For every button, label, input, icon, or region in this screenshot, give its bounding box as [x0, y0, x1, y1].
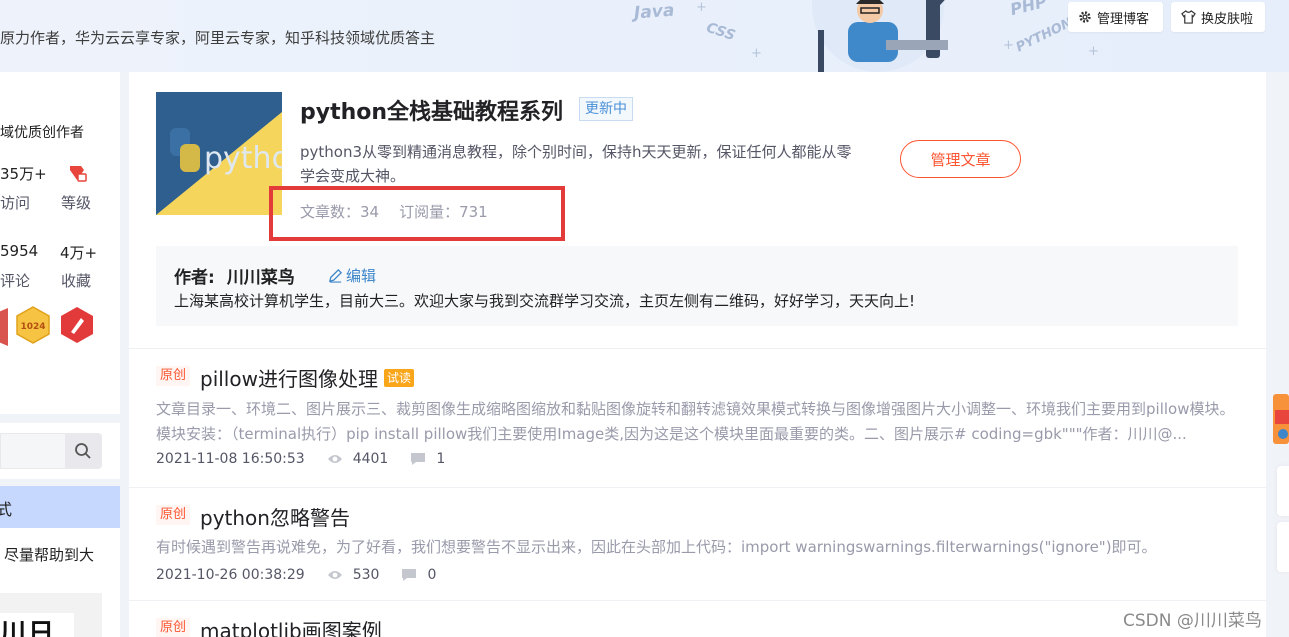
blog-banner: 原力作者，华为云云享专家，阿里云专家，知乎科技领域优质答主 Java CSS P… — [0, 0, 1289, 72]
search-icon — [75, 443, 91, 459]
pen-badge-icon — [61, 307, 93, 343]
tshirt-icon — [1181, 10, 1196, 24]
article-title[interactable]: python忽略警告 — [200, 502, 350, 531]
author-line: 作者: 川川菜鸟 — [174, 263, 295, 288]
left-nav-card: 式 尽量帮助到大 川日 — [0, 486, 120, 637]
floating-promo-icon[interactable] — [1271, 390, 1289, 448]
article-item[interactable]: 原创 python忽略警告 有时候遇到警告再说难免，为了好看，我们想要警告不显示… — [129, 487, 1266, 600]
article-title-text: pillow进行图像处理 — [200, 367, 378, 391]
original-tag: 原创 — [156, 366, 190, 386]
programmer-illustration — [812, 0, 948, 72]
article-views: 530 — [352, 567, 380, 583]
column-description: python3从零到精通消息教程，除个别时间，保持h天天更新，保证任何人都能从零… — [300, 143, 852, 185]
manage-blog-label: 管理博客 — [1097, 11, 1150, 27]
level-icon — [70, 166, 87, 182]
author-name[interactable]: 川川菜鸟 — [227, 268, 295, 288]
side-tool-button[interactable] — [1277, 522, 1289, 572]
banner-deco-python: PYTHON — [1013, 15, 1075, 56]
badge-1024-text: 1024 — [20, 322, 45, 332]
article-title[interactable]: matplotlib画图案例 — [200, 615, 382, 637]
article-date: 2021-11-08 16:50:53 — [156, 451, 305, 467]
stat-label-comments: 评论 — [0, 272, 31, 290]
edit-author-link[interactable]: 编辑 — [328, 265, 376, 286]
banner-plus-icon: + — [751, 46, 762, 61]
nav-item-active[interactable]: 式 — [0, 486, 120, 528]
qr-code-area: 川日 — [0, 593, 102, 637]
trial-badge: 试读 — [383, 369, 414, 387]
banner-plus-icon: + — [696, 0, 707, 15]
comment-icon — [410, 452, 426, 466]
nav-description: 尽量帮助到大 — [4, 546, 95, 564]
article-item[interactable]: 原创 pillow进行图像处理 试读 文章目录一、环境二、图片展示三、裁剪图像生成… — [129, 348, 1266, 487]
stat-label-favorites: 收藏 — [61, 272, 92, 290]
csdn-watermark: CSDN @川川菜鸟 — [1123, 611, 1262, 631]
author-info-box: 作者: 川川菜鸟 编辑 上海某高校计算机学生，目前大三。欢迎大家与我到交流群学习交… — [156, 246, 1238, 326]
stat-value-visits: 35万+ — [0, 165, 47, 183]
article-comments: 1 — [436, 451, 446, 467]
badge-1024-icon: 1024 — [16, 306, 50, 344]
article-item[interactable]: 原创 matplotlib画图案例 — [129, 600, 1266, 637]
article-title[interactable]: pillow进行图像处理 试读 — [200, 363, 414, 392]
stat-value-comments: 5954 — [0, 242, 39, 260]
blog-search-card — [0, 423, 120, 479]
column-status-badge: 更新中 — [579, 97, 633, 121]
article-comments: 0 — [427, 567, 437, 583]
column-main-panel: python python全栈基础教程系列 更新中 python3从零到精通消息… — [129, 72, 1266, 637]
original-tag: 原创 — [156, 505, 190, 525]
article-meta: 2021-11-08 16:50:53 4401 1 — [156, 451, 445, 467]
author-intro: 原力作者，华为云云享专家，阿里云专家，知乎科技领域优质答主 — [0, 29, 436, 47]
stat-label-visits: 访问 — [0, 194, 31, 212]
article-meta: 2021-10-26 00:38:29 530 0 — [156, 567, 436, 583]
banner-deco-php: PHP — [1008, 0, 1049, 20]
banner-deco-css: CSS — [704, 19, 738, 45]
column-cover-image[interactable]: python — [156, 92, 282, 215]
author-tag: 域优质创作者 — [0, 125, 84, 141]
article-date: 2021-10-26 00:38:29 — [156, 567, 305, 583]
gear-icon — [1079, 11, 1091, 23]
original-tag: 原创 — [156, 618, 190, 637]
search-button[interactable] — [65, 434, 101, 468]
article-summary: 文章目录一、环境二、图片展示三、裁剪图像生成缩略图缩放和黏贴图像旋转和翻转滤镜效… — [156, 400, 1235, 443]
article-title-text: python忽略警告 — [200, 506, 350, 530]
article-title-text: matplotlib画图案例 — [200, 619, 382, 637]
banner-plus-icon: + — [1003, 38, 1014, 53]
manage-blog-button[interactable]: 管理博客 — [1068, 2, 1163, 32]
author-label: 作者: — [174, 268, 215, 288]
change-skin-label: 换皮肤啦 — [1201, 11, 1254, 27]
banner-plus-icon: + — [1088, 44, 1099, 59]
change-skin-button[interactable]: 换皮肤啦 — [1171, 2, 1265, 32]
column-cover-text: python — [204, 141, 282, 176]
blog-search-input[interactable] — [0, 433, 102, 469]
author-bio: 上海某高校计算机学生，目前大三。欢迎大家与我到交流群学习交流，主页左侧有二维码，… — [174, 292, 916, 310]
side-tool-button[interactable] — [1277, 466, 1289, 516]
article-views: 4401 — [352, 451, 389, 467]
eye-icon — [327, 569, 343, 581]
stat-value-favorites: 4万+ — [60, 244, 98, 262]
pencil-icon — [328, 268, 343, 283]
eye-icon — [327, 453, 343, 465]
stat-label-level: 等级 — [61, 194, 92, 212]
banner-deco-java: Java — [633, 0, 676, 24]
comment-icon — [401, 568, 417, 582]
article-summary: 有时候遇到警告再说难免，为了好看，我们想要警告不显示出来，因此在头部加上代码：i… — [156, 538, 1157, 556]
edit-label: 编辑 — [346, 267, 377, 285]
column-title: python全栈基础教程系列 — [300, 100, 564, 125]
nav-item-label: 式 — [0, 500, 13, 519]
annotation-highlight-box — [269, 186, 565, 241]
qr-code-text: 川日 — [0, 619, 57, 637]
badge-icon — [0, 308, 8, 346]
manage-articles-button[interactable]: 管理文章 — [900, 140, 1021, 178]
profile-card: 域优质创作者 35万+ 访问 等级 5954 评论 4万+ 收藏 1024 — [0, 72, 120, 414]
